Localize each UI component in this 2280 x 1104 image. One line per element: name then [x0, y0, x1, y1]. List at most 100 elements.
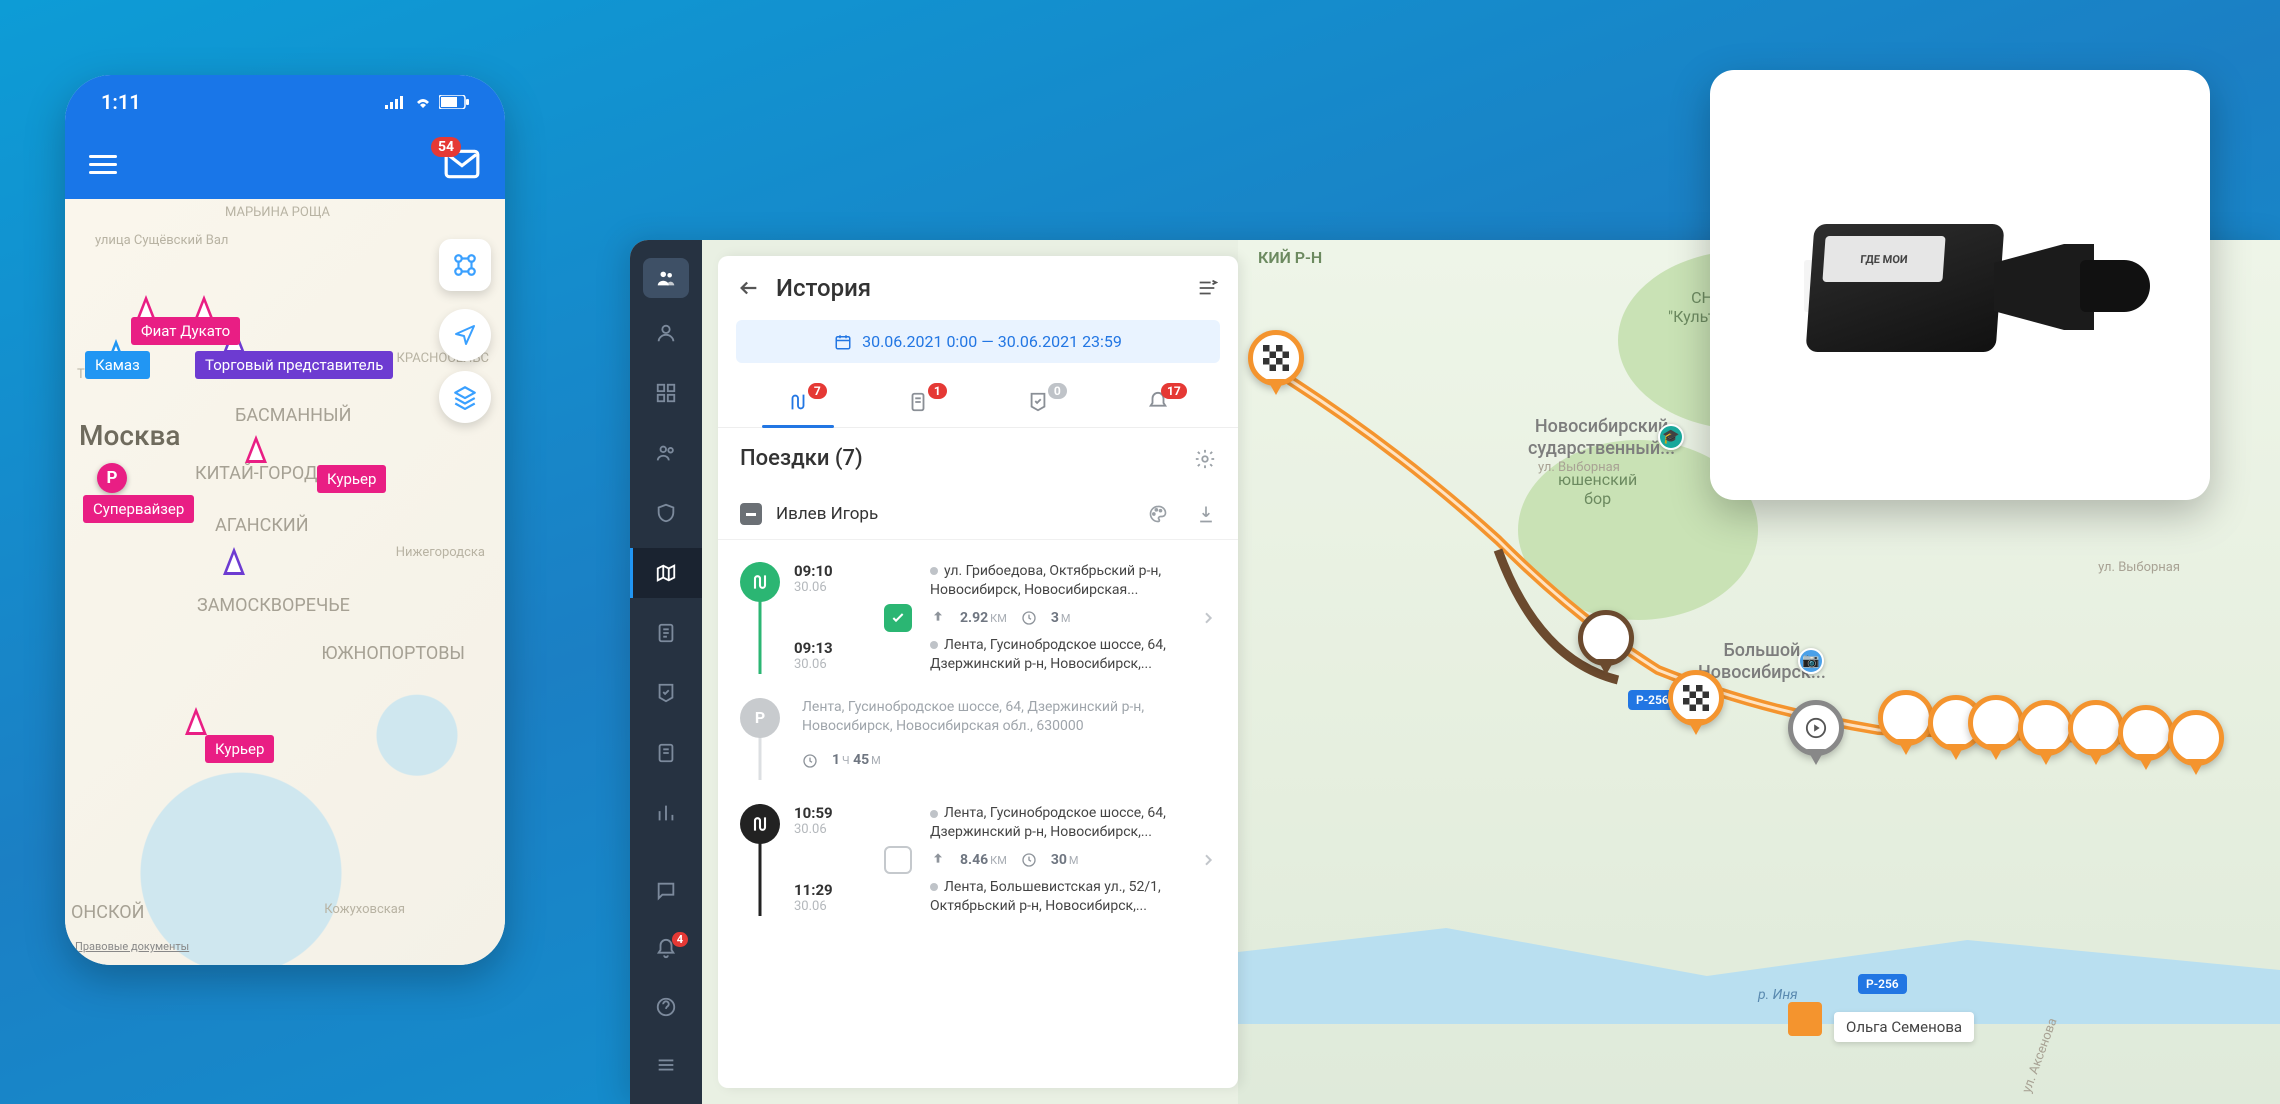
- duration-icon: [1021, 852, 1037, 868]
- object-label[interactable]: Ольга Семенова: [1834, 1012, 1974, 1042]
- object-tag[interactable]: Фиат Дукато: [131, 317, 240, 345]
- parking-marker[interactable]: P: [97, 463, 127, 493]
- nav-group-button[interactable]: [643, 258, 689, 298]
- map-pin[interactable]: [1968, 695, 2024, 751]
- nav-item-chat[interactable]: [630, 866, 702, 916]
- layers-stack-button[interactable]: [439, 371, 491, 423]
- map-pin[interactable]: [2018, 700, 2074, 756]
- nav-item-map[interactable]: [630, 548, 702, 598]
- mobile-map[interactable]: МАРЬИНА РОЩА улица Сущёвский Вал СОКО ТВ…: [65, 199, 505, 965]
- settings-button[interactable]: [1194, 448, 1216, 470]
- object-tag[interactable]: Курьер: [317, 465, 386, 493]
- duration-icon: [1021, 610, 1037, 626]
- trip-checkbox[interactable]: [884, 846, 912, 874]
- calendar-icon: [834, 333, 852, 351]
- locate-button[interactable]: [439, 309, 491, 361]
- trip-item[interactable]: 10:5930.06 11:2930.06 Лента, Гусинобродс…: [740, 792, 1216, 928]
- tab-routes[interactable]: 7: [738, 377, 858, 427]
- nav-alerts-badge: 4: [672, 932, 688, 947]
- nav-item-doc[interactable]: [630, 728, 702, 778]
- tab-checks[interactable]: 0: [978, 377, 1098, 427]
- street-label: улица Сущёвский Вал: [95, 233, 228, 248]
- tab-badge: 1: [928, 383, 947, 399]
- mobile-app-mockup: 1:11 54 МАРЬИНА РОЩА улица Сущёвский Вал…: [65, 75, 505, 965]
- section-title: Поездки (7): [740, 446, 1194, 471]
- object-tag[interactable]: Торговый представитель: [195, 351, 393, 379]
- map-pin-play[interactable]: [1788, 700, 1844, 756]
- nav-item-shield[interactable]: [630, 488, 702, 538]
- chevron-right-icon: [1200, 852, 1216, 868]
- parking-item[interactable]: P Лента, Гусинобродское шоссе, 64, Дзерж…: [740, 686, 1216, 793]
- nav-item-people[interactable]: [630, 428, 702, 478]
- trip-address: Лента, Гусинобродское шоссе, 64, Дзержин…: [930, 637, 1166, 672]
- parking-address: Лента, Гусинобродское шоссе, 64, Дзержин…: [802, 698, 1216, 737]
- tab-alerts[interactable]: 17: [1098, 377, 1218, 427]
- object-tag[interactable]: Супервайзер: [83, 495, 194, 523]
- map-pin[interactable]: [2168, 710, 2224, 766]
- map-pin-checker[interactable]: [1668, 670, 1724, 726]
- date-range-picker[interactable]: 30.06.2021 0:00 — 30.06.2021 23:59: [736, 320, 1220, 363]
- tab-badge: 17: [1161, 383, 1187, 399]
- object-marker[interactable]: [1788, 1002, 1822, 1036]
- map-pin[interactable]: [2068, 700, 2124, 756]
- history-panel: История 30.06.2021 0:00 — 30.06.2021 23:…: [718, 256, 1238, 1088]
- object-tag[interactable]: Курьер: [205, 735, 274, 763]
- wifi-icon: [413, 95, 433, 109]
- district-label: ЗАМОСКВОРЕЧЬЕ: [197, 595, 350, 616]
- back-button[interactable]: [738, 277, 760, 299]
- tab-badge: 7: [808, 383, 827, 399]
- battery-icon: [439, 95, 469, 109]
- tab-tasks[interactable]: 1: [858, 377, 978, 427]
- parking-node-icon: P: [740, 698, 780, 738]
- distance-icon: [930, 852, 946, 868]
- district-label: ЮЖНОПОРТОВЫ: [321, 643, 465, 664]
- date-range-text: 30.06.2021 0:00 — 30.06.2021 23:59: [862, 332, 1122, 351]
- checkbox-indeterminate[interactable]: [740, 503, 762, 525]
- chevron-right-icon: [1200, 610, 1216, 626]
- map-pin[interactable]: [2118, 705, 2174, 761]
- menu-button[interactable]: [89, 150, 117, 179]
- object-tag[interactable]: Камаз: [85, 351, 150, 379]
- nav-item-dashboard[interactable]: [630, 368, 702, 418]
- district-label: ОНСКОЙ: [71, 902, 144, 923]
- panel-title: История: [776, 274, 1180, 302]
- trip-address: ул. Грибоедова, Октябрьский р-н, Новосиб…: [930, 563, 1161, 598]
- product-card: ГДЕ МОИ: [1710, 70, 2210, 500]
- map-pin[interactable]: [1878, 690, 1934, 746]
- person-row[interactable]: Ивлев Игорь: [718, 489, 1238, 540]
- object-arrow-icon[interactable]: [245, 435, 267, 463]
- trips-list[interactable]: 09:1030.06 09:1330.06 ул. Грибоедова, Ок…: [718, 540, 1238, 1088]
- notifications-badge: 54: [431, 137, 461, 157]
- nav-item-reports[interactable]: [630, 788, 702, 838]
- trip-address: Лента, Гусинобродское шоссе, 64, Дзержин…: [930, 805, 1166, 840]
- object-arrow-icon[interactable]: [223, 547, 245, 575]
- trip-times: 09:1030.06 09:1330.06: [794, 562, 866, 674]
- legal-link[interactable]: Правовые документы: [75, 940, 189, 953]
- person-name: Ивлев Игорь: [776, 504, 1120, 524]
- nav-item-alerts[interactable]: 4: [630, 924, 702, 974]
- street-label: Кожуховская: [324, 902, 405, 917]
- street-label: Нижегородска: [396, 545, 485, 560]
- app-bar: 54: [65, 129, 505, 199]
- download-button[interactable]: [1196, 504, 1216, 524]
- tab-badge: 0: [1048, 383, 1067, 399]
- map-pin-start[interactable]: [1248, 330, 1304, 386]
- route-node-icon: [740, 804, 780, 844]
- nav-item-check[interactable]: [630, 668, 702, 718]
- duration-icon: [802, 753, 818, 769]
- palette-button[interactable]: [1148, 504, 1168, 524]
- trip-checkbox[interactable]: [884, 604, 912, 632]
- object-arrow-icon[interactable]: [185, 707, 207, 735]
- trip-item[interactable]: 09:1030.06 09:1330.06 ул. Грибоедова, Ок…: [740, 550, 1216, 686]
- nav-item-profile[interactable]: [630, 308, 702, 358]
- notifications-button[interactable]: 54: [443, 145, 481, 183]
- nav-item-help[interactable]: [630, 982, 702, 1032]
- collapse-button[interactable]: [1196, 277, 1218, 299]
- map-pin[interactable]: [1578, 610, 1634, 666]
- nav-item-tasks[interactable]: [630, 608, 702, 658]
- device-image: ГДЕ МОИ: [1770, 200, 2150, 370]
- status-time: 1:11: [101, 90, 141, 114]
- nav-item-more[interactable]: [630, 1040, 702, 1090]
- device-brand: ГДЕ МОИ: [1822, 236, 1945, 282]
- map-layers-button[interactable]: [439, 239, 491, 291]
